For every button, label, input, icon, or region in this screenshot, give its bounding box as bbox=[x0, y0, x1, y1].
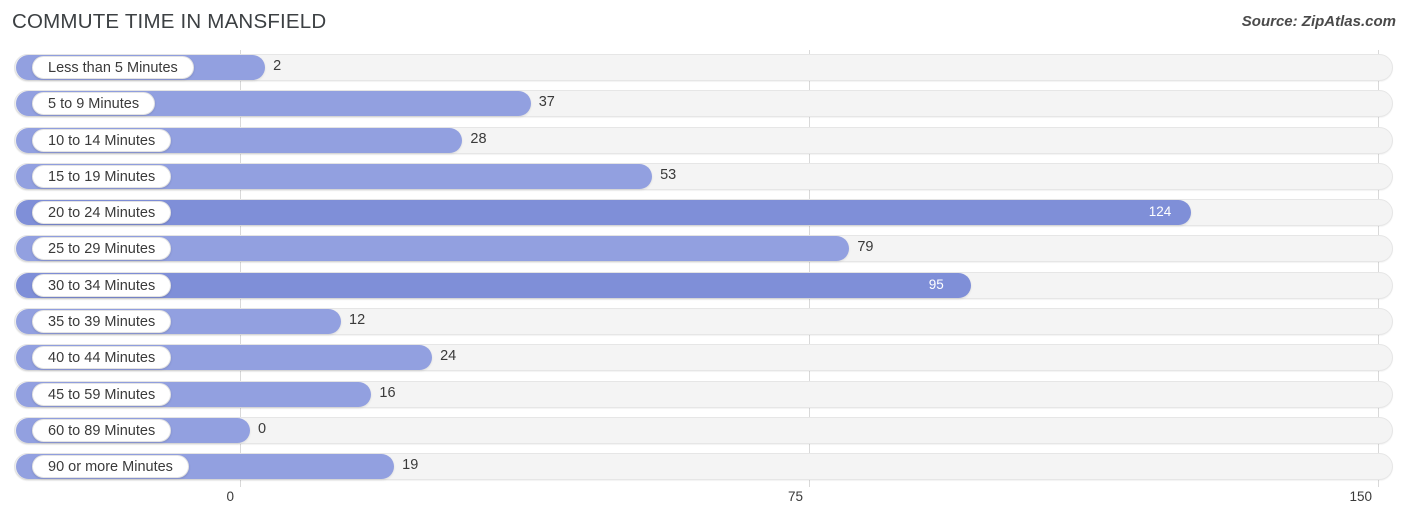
bar-row[interactable]: 28 10 to 14 Minutes bbox=[0, 123, 1406, 159]
bar-value-label: 0 bbox=[258, 420, 267, 437]
bar-value-label: 19 bbox=[402, 457, 419, 474]
category-label: 10 to 14 Minutes bbox=[32, 128, 172, 152]
bar-rows: 2 Less than 5 Minutes 37 5 to 9 Minutes 28 10… bbox=[0, 50, 1406, 486]
category-label: 60 to 89 Minutes bbox=[32, 418, 172, 442]
bar-value-label: 37 bbox=[538, 94, 555, 111]
category-label: 15 to 19 Minutes bbox=[32, 164, 172, 188]
page-title: COMMUTE TIME IN MANSFIELD bbox=[12, 10, 327, 33]
chart-page: COMMUTE TIME IN MANSFIELD Source: ZipAtl… bbox=[0, 0, 1406, 523]
bar[interactable] bbox=[16, 200, 1191, 226]
bar-value-label-inside: 124 bbox=[1148, 204, 1172, 220]
bar-row[interactable]: 95 30 to 34 Minutes bbox=[0, 268, 1406, 304]
bar-row[interactable]: 24 40 to 44 Minutes bbox=[0, 340, 1406, 376]
bar-value-label-inside: 95 bbox=[928, 276, 944, 292]
category-label: 25 to 29 Minutes bbox=[32, 237, 172, 261]
bar-row[interactable]: 16 45 to 59 Minutes bbox=[0, 377, 1406, 413]
category-label: Less than 5 Minutes bbox=[32, 56, 194, 79]
category-label: 35 to 39 Minutes bbox=[32, 310, 172, 334]
bar-row[interactable]: 2 Less than 5 Minutes bbox=[0, 50, 1406, 86]
category-label: 90 or more Minutes bbox=[32, 455, 189, 479]
bar-value-label: 53 bbox=[660, 166, 677, 183]
bar-row[interactable]: 124 20 to 24 Minutes bbox=[0, 195, 1406, 231]
bar-row[interactable]: 12 35 to 39 Minutes bbox=[0, 304, 1406, 340]
category-label: 20 to 24 Minutes bbox=[32, 201, 172, 225]
category-label: 40 to 44 Minutes bbox=[32, 346, 172, 370]
bar-value-label: 16 bbox=[379, 384, 396, 401]
bar-row[interactable]: 53 15 to 19 Minutes bbox=[0, 159, 1406, 195]
plot-area: 2 Less than 5 Minutes 37 5 to 9 Minutes 28 10… bbox=[0, 50, 1406, 487]
bar-value-label: 2 bbox=[273, 58, 282, 74]
category-label: 5 to 9 Minutes bbox=[32, 92, 156, 116]
category-label: 30 to 34 Minutes bbox=[32, 273, 172, 297]
bar-value-label: 79 bbox=[857, 239, 874, 256]
bar-row[interactable]: 19 90 or more Minutes bbox=[0, 449, 1406, 485]
bar-row[interactable]: 37 5 to 9 Minutes bbox=[0, 86, 1406, 122]
bar-value-label: 12 bbox=[349, 312, 366, 329]
bar-row[interactable]: 0 60 to 89 Minutes bbox=[0, 413, 1406, 449]
bar-row[interactable]: 79 25 to 29 Minutes bbox=[0, 231, 1406, 267]
x-tick-label: 0 bbox=[226, 489, 234, 504]
x-axis: 0 75 150 bbox=[0, 487, 1406, 523]
x-tick-label: 150 bbox=[1349, 489, 1372, 504]
bar-value-label: 24 bbox=[440, 348, 457, 365]
category-label: 45 to 59 Minutes bbox=[32, 382, 172, 406]
source-attribution: Source: ZipAtlas.com bbox=[1241, 13, 1396, 30]
x-tick-label: 75 bbox=[787, 489, 803, 504]
bar-value-label: 28 bbox=[470, 130, 487, 147]
